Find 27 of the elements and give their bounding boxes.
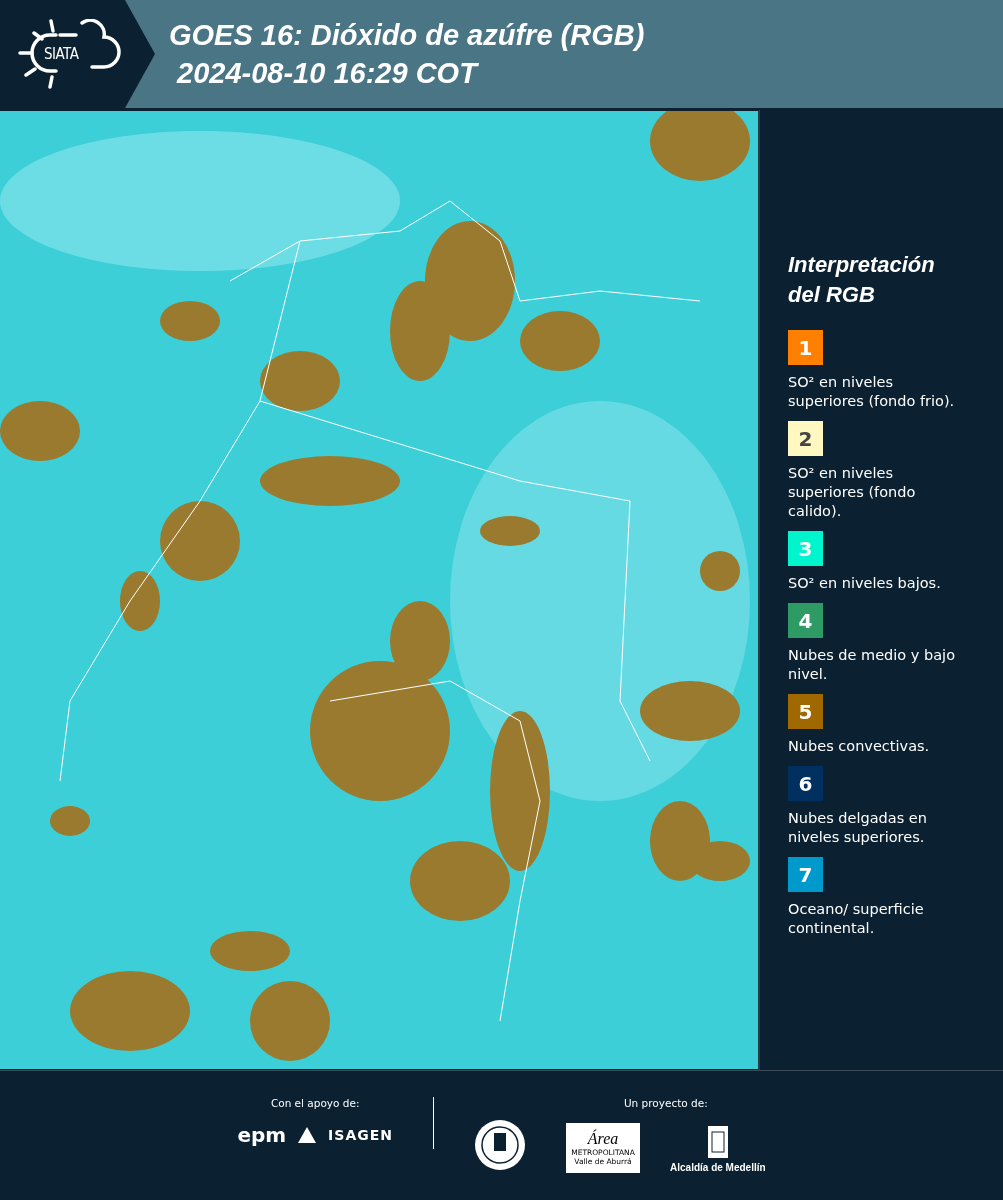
- logo-text: SIATA: [44, 45, 79, 63]
- legend-description: Nubes delgadas en niveles superiores.: [788, 809, 928, 847]
- seal-icon: [474, 1119, 526, 1171]
- color-swatch: 6: [788, 766, 823, 801]
- legend-description: SO² en niveles bajos.: [788, 574, 942, 593]
- legend-description: Nubes de medio y bajo nivel.: [788, 646, 956, 684]
- color-swatch: 3: [788, 531, 823, 566]
- coat-of-arms-icon: [705, 1124, 730, 1160]
- color-swatch: 2: [788, 421, 823, 456]
- legend-title: Interpretación del RGB: [788, 251, 936, 309]
- support-label: Con el apoyo de:: [270, 1097, 360, 1109]
- epm-logo: epm: [237, 1123, 287, 1147]
- project-label: Un proyecto de:: [623, 1097, 708, 1109]
- timestamp: 2024-08-10 16:29 COT: [175, 56, 480, 91]
- color-swatch: 7: [788, 857, 823, 892]
- legend-description: Oceano/ superficie continental.: [788, 900, 925, 938]
- color-swatch: 5: [788, 694, 823, 729]
- legend-description: SO² en niveles superiores (fondo frio).: [788, 373, 956, 411]
- legend-description: SO² en niveles superiores (fondo calido).: [788, 464, 917, 521]
- page-title: GOES 16: Dióxido de azúfre (RGB): [169, 18, 645, 53]
- alcaldia-logo-text: Alcaldía de Medellín: [670, 1162, 766, 1173]
- triangle-logo-icon: [298, 1127, 317, 1143]
- color-swatch: 1: [788, 330, 823, 365]
- color-swatch: 4: [788, 603, 823, 638]
- legend-description: Nubes convectivas.: [788, 737, 931, 756]
- isagen-logo: ISAGEN: [328, 1127, 393, 1143]
- sun-cloud-icon: [16, 19, 124, 89]
